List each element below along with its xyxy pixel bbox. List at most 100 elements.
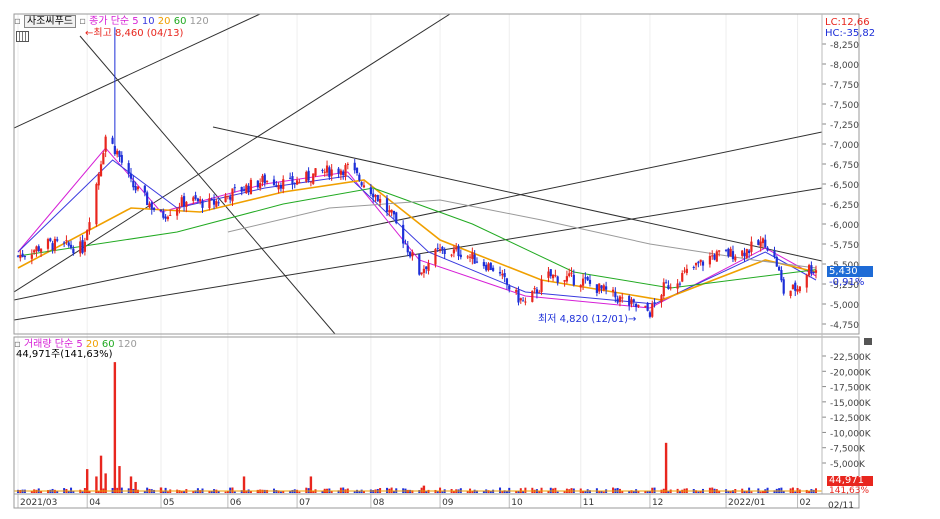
candle-body bbox=[475, 261, 479, 263]
volume-bar bbox=[81, 491, 84, 493]
volume-bar bbox=[761, 491, 764, 493]
right-arrow-icon: → bbox=[628, 314, 637, 325]
candle-body bbox=[524, 301, 527, 303]
candle-body bbox=[346, 163, 349, 165]
candle-body bbox=[697, 261, 700, 264]
x-tick-label: 2022/01 bbox=[728, 498, 765, 508]
candle-body bbox=[23, 256, 27, 258]
candle-body bbox=[602, 285, 605, 291]
candle-body bbox=[757, 240, 760, 245]
candle-body bbox=[152, 207, 156, 210]
volume-bar bbox=[420, 487, 423, 493]
volume-spike-bar bbox=[519, 492, 522, 493]
candle-body bbox=[694, 262, 698, 266]
candle-body bbox=[192, 197, 195, 201]
candle-body bbox=[468, 256, 472, 258]
candle-body bbox=[664, 282, 668, 284]
candle-body bbox=[646, 303, 649, 311]
volume-bar bbox=[653, 487, 656, 493]
candle-body bbox=[129, 173, 133, 179]
candle-body bbox=[515, 290, 518, 292]
candle-body bbox=[727, 248, 730, 257]
candle-body bbox=[293, 183, 296, 185]
volume-bar bbox=[279, 491, 282, 493]
candle-body bbox=[146, 192, 149, 206]
candle-body bbox=[242, 189, 246, 191]
candle-body bbox=[166, 216, 170, 220]
candle-body bbox=[701, 261, 705, 266]
candle-body bbox=[651, 303, 654, 317]
candle-body bbox=[745, 249, 748, 258]
price-panel-header: ▫ 사조씨푸드 ▫ 종가 단순 5 10 20 60 120 bbox=[14, 15, 209, 28]
volume-bar bbox=[233, 491, 236, 493]
candle-body bbox=[355, 167, 359, 174]
volume-bar bbox=[120, 487, 123, 493]
volume-bar bbox=[362, 491, 365, 493]
ma-label[interactable]: 종가 단순 bbox=[89, 16, 129, 27]
volume-bar bbox=[390, 487, 393, 493]
y-tick-label: -7,750 bbox=[830, 81, 859, 91]
candle-body bbox=[194, 195, 197, 199]
candle-body bbox=[420, 272, 423, 275]
candle-body bbox=[628, 296, 631, 306]
candle-body bbox=[69, 244, 73, 249]
x-tick-label: 07 bbox=[299, 498, 310, 508]
candle-body bbox=[614, 291, 617, 298]
candle-body bbox=[182, 196, 186, 207]
candle-body bbox=[482, 262, 485, 267]
volume-y-tick-label: -7,500K bbox=[830, 445, 866, 455]
candle-body bbox=[581, 278, 585, 286]
candle-body bbox=[256, 180, 259, 188]
candle-body bbox=[176, 208, 179, 216]
candle-body bbox=[750, 241, 753, 252]
volume-bar bbox=[305, 487, 308, 493]
candle-body bbox=[99, 164, 103, 177]
volume-bar bbox=[748, 487, 751, 493]
volume-bar bbox=[782, 491, 785, 493]
candle-body bbox=[67, 242, 70, 246]
candle-body bbox=[323, 171, 326, 173]
candle-body bbox=[662, 282, 665, 297]
candle-body bbox=[637, 304, 640, 307]
panel-menu-icon[interactable]: ▫ bbox=[14, 16, 21, 27]
candle-body bbox=[395, 212, 398, 224]
candle-body bbox=[503, 273, 506, 278]
volume-bar bbox=[791, 487, 794, 493]
candle-body bbox=[208, 198, 211, 209]
low-price-label: 최저 4,820 (12/01) bbox=[538, 314, 629, 325]
candle-body bbox=[681, 273, 684, 282]
volume-bar bbox=[372, 490, 375, 493]
chart-canvas[interactable]: -8,250 -8,000 -7,750 -7,500 -7,250 -7,000 -6,7… bbox=[0, 0, 940, 515]
volume-bar bbox=[208, 491, 211, 493]
volume-bar bbox=[70, 487, 73, 493]
candle-body bbox=[201, 200, 204, 208]
volume-bar bbox=[229, 487, 232, 493]
candle-body bbox=[46, 239, 50, 249]
candle-body bbox=[150, 202, 153, 210]
candle-body bbox=[644, 305, 647, 307]
candle-body bbox=[79, 241, 82, 254]
candle-body bbox=[358, 174, 361, 181]
candle-body bbox=[547, 271, 550, 278]
ma-menu-icon[interactable]: ▫ bbox=[79, 16, 86, 27]
candle-body bbox=[579, 285, 582, 288]
candle-body bbox=[422, 268, 426, 273]
candle-body bbox=[459, 254, 462, 258]
volume-bar bbox=[796, 487, 799, 493]
candle-body bbox=[605, 286, 608, 290]
candle-body bbox=[805, 275, 808, 288]
x-axis-end-label: 02/11 bbox=[828, 501, 854, 511]
grid-table-icon[interactable] bbox=[16, 31, 29, 42]
volume-bar bbox=[226, 491, 229, 493]
panel-collapse-icon[interactable] bbox=[864, 338, 872, 345]
candle-body bbox=[676, 283, 679, 289]
ma-period-60: 60 bbox=[173, 16, 187, 27]
stock-name-box[interactable]: 사조씨푸드 bbox=[23, 15, 76, 28]
candle-body bbox=[653, 302, 656, 304]
volume-bar bbox=[210, 491, 213, 493]
x-tick-label: 02 bbox=[800, 498, 811, 508]
candle-body bbox=[279, 184, 283, 189]
candle-body bbox=[111, 137, 114, 144]
candle-body bbox=[600, 285, 603, 289]
candle-body bbox=[517, 290, 520, 303]
